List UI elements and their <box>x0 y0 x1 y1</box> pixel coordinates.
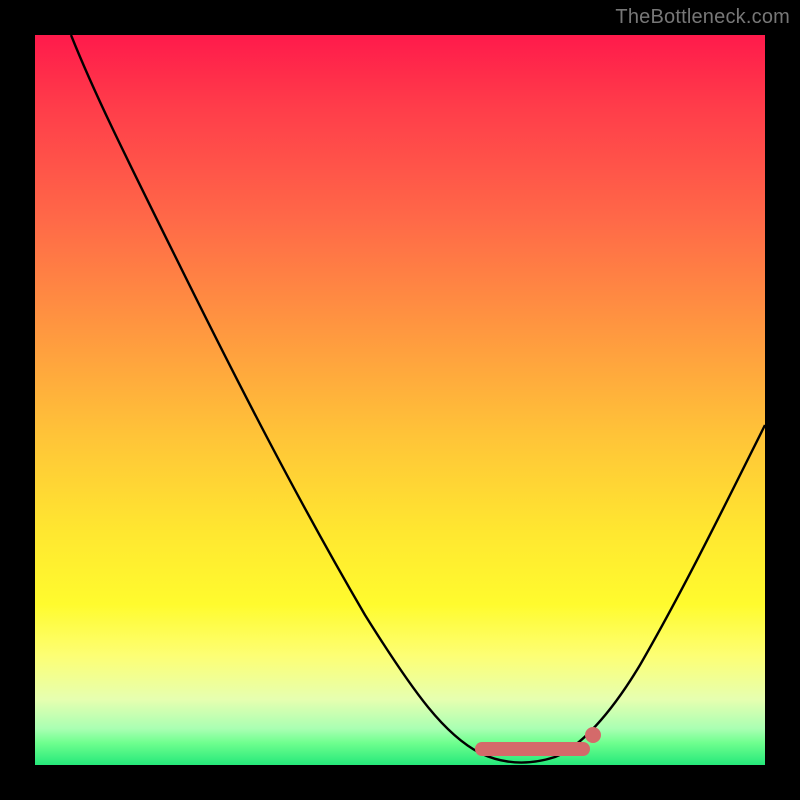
chart-frame: TheBottleneck.com <box>0 0 800 800</box>
bottleneck-curve <box>71 35 765 763</box>
bottleneck-curve-svg <box>35 35 765 765</box>
optimal-point-marker <box>585 727 601 743</box>
optimal-range-marker <box>475 742 590 756</box>
plot-area <box>35 35 765 765</box>
watermark-text: TheBottleneck.com <box>615 6 790 29</box>
